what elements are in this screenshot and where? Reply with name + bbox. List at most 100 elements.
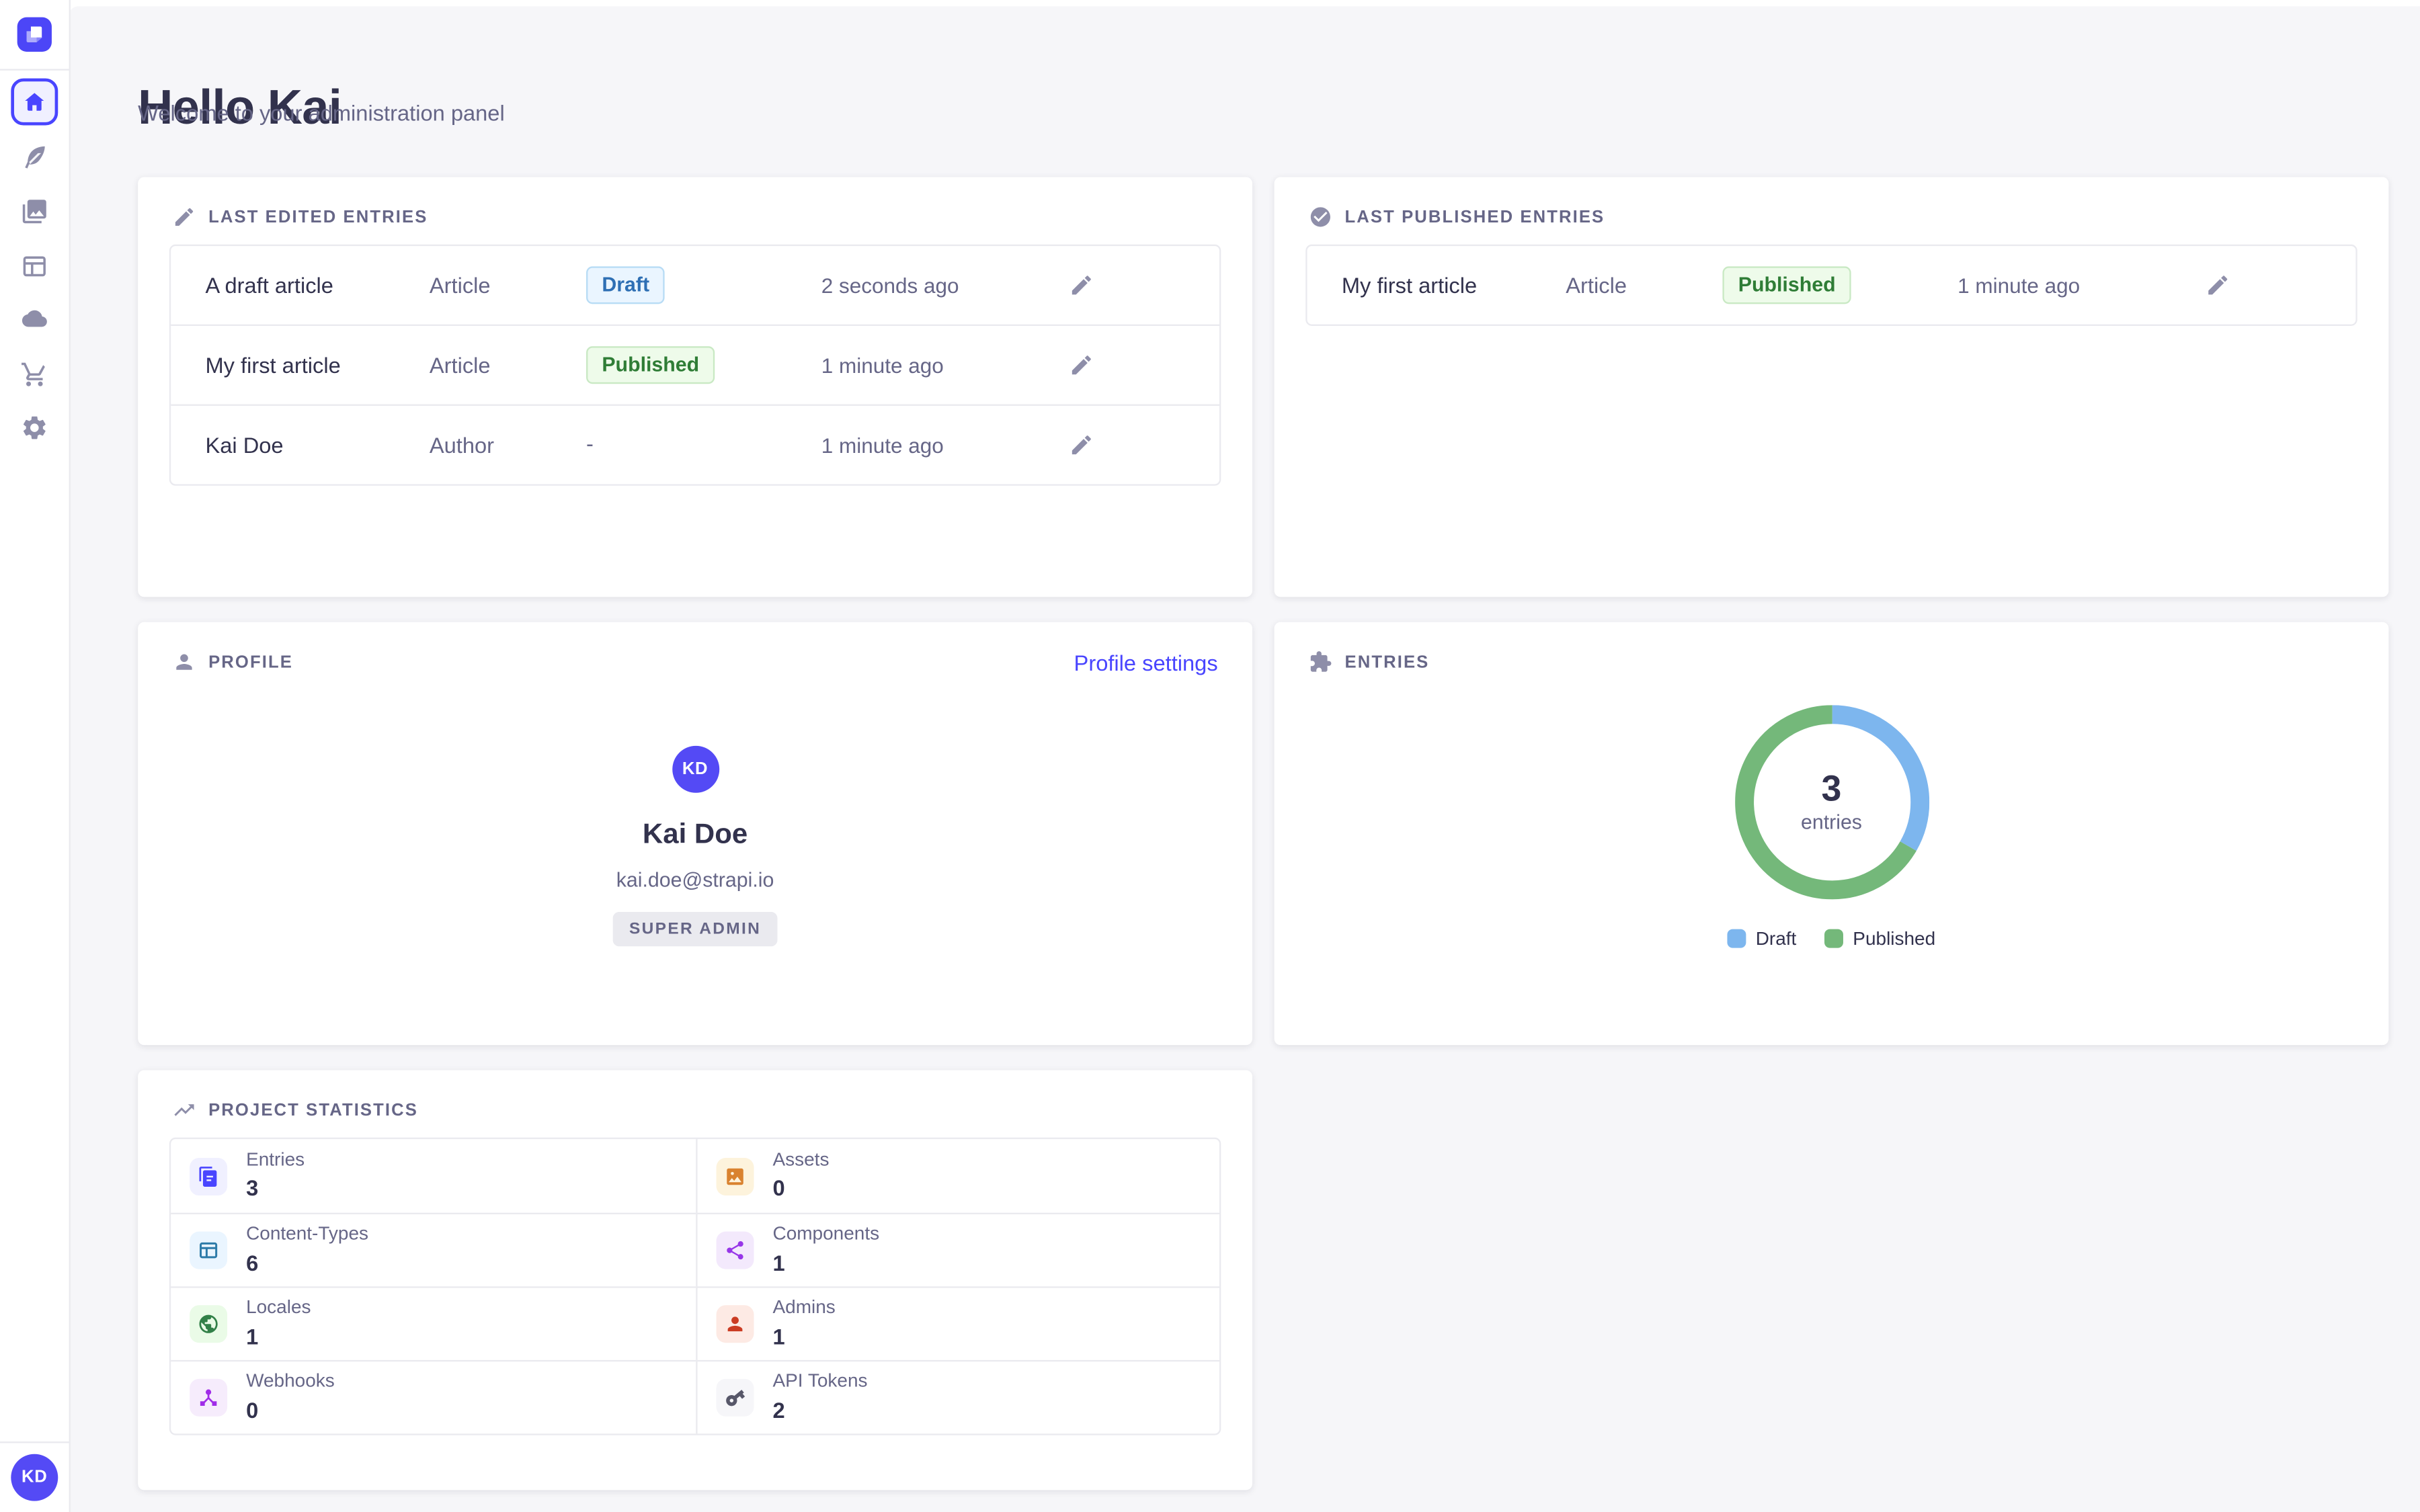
trending-up-icon [172,1098,196,1122]
sidebar-item-media-library[interactable] [20,198,48,226]
sidebar-item-content-manager[interactable] [20,142,48,171]
stat-value: 0 [772,1174,829,1202]
pencil-icon [1069,273,1094,298]
stat-value: 2 [772,1396,867,1424]
stat-entries: Entries3 [171,1139,696,1213]
status-badge: Draft [586,266,665,304]
documents-icon [190,1157,227,1195]
last-edited-entries-card: LAST EDITED ENTRIES A draft article Arti… [138,177,1252,597]
entries-count: 3 [1822,771,1842,807]
pencil-icon [2206,273,2230,298]
media-library-icon [20,198,48,226]
status-badge: Published [586,346,715,384]
role-badge: SUPER ADMIN [614,912,777,946]
last-published-entries-card: LAST PUBLISHED ENTRIES My first article … [1275,177,2389,597]
profile-card: PROFILE Profile settings KD Kai Doe kai.… [138,622,1252,1046]
sidebar-item-content-type-builder[interactable] [20,252,48,280]
sidebar-item-settings[interactable] [20,414,48,442]
edit-entry-button[interactable] [1069,273,1094,298]
sidebar-divider [0,69,69,71]
webhook-icon [190,1379,227,1417]
cloud-icon [20,306,48,334]
stat-label: API Tokens [772,1371,867,1392]
sidebar-item-deploy[interactable] [20,306,48,334]
entry-name: A draft article [205,273,429,298]
key-icon [717,1379,754,1417]
home-icon [22,89,47,114]
entry-type: Author [430,433,586,458]
layout-builder-icon [20,252,48,280]
stat-value: 1 [246,1322,311,1350]
user-avatar[interactable]: KD [11,1454,58,1501]
stat-label: Locales [246,1298,311,1319]
entries-chart-card: ENTRIES 3 entries Draft Published [1275,622,2389,1046]
feather-icon [20,142,48,171]
legend-label: Draft [1756,927,1797,950]
last-edited-table: A draft article Article Draft 2 seconds … [169,245,1221,486]
card-title: PROJECT STATISTICS [208,1101,418,1120]
stat-label: Entries [246,1149,305,1171]
stat-label: Content-Types [246,1224,368,1245]
entries-unit: entries [1801,810,1862,833]
stat-label: Webhooks [246,1371,335,1392]
gear-icon [20,414,48,442]
entry-name: My first article [205,353,429,378]
stat-label: Admins [772,1298,835,1319]
entry-time: 1 minute ago [821,433,1069,457]
stats-grid: Entries3 Assets 0 Content-Types 6 Componen… [169,1138,1221,1435]
legend-label: Published [1853,927,1935,950]
stat-label: Assets [772,1149,829,1171]
entry-type: Article [430,273,586,298]
profile-settings-link[interactable]: Profile settings [1074,650,1218,675]
strapi-admin-dashboard: KD Hello Kai Welcome to your administrat… [0,0,2420,1512]
sidebar: KD [0,0,71,1512]
status-badge: Published [1722,266,1851,304]
stat-api-tokens: API Tokens 2 [696,1360,1219,1434]
check-circle-icon [1309,205,1332,228]
table-row: Kai Doe Author - 1 minute ago [171,405,1219,485]
person-icon [717,1305,754,1343]
puzzle-icon [1309,650,1332,674]
stat-assets: Assets 0 [696,1139,1219,1213]
stat-value: 0 [246,1396,335,1424]
profile-email: kai.doe@strapi.io [616,868,774,892]
entry-name: My first article [1342,273,1566,298]
sidebar-bottom-divider [0,1441,69,1443]
table-row: My first article Article Published 1 min… [1307,246,2356,325]
card-title: ENTRIES [1345,653,1430,671]
entry-time: 1 minute ago [821,353,1069,377]
entry-time: 1 minute ago [1958,274,2205,297]
globe-icon [190,1305,227,1343]
entry-type: Article [1566,273,1722,298]
legend-item-draft: Draft [1728,927,1797,950]
image-icon [717,1157,754,1195]
stat-locales: Locales 1 [171,1286,696,1360]
stat-admins: Admins1 [696,1286,1219,1360]
table-row: My first article Article Published 1 min… [171,325,1219,405]
person-icon [172,650,196,674]
stat-label: Components [772,1224,879,1245]
sidebar-item-marketplace[interactable] [20,360,48,388]
entries-donut-chart: 3 entries [1734,705,1929,899]
page-subtitle: Welcome to your administration panel [138,100,505,125]
stat-value: 1 [772,1249,879,1277]
card-title: LAST EDITED ENTRIES [208,208,428,226]
published-swatch [1824,929,1843,948]
pencil-icon [1069,353,1094,378]
strapi-logo-icon[interactable] [17,17,52,52]
card-title: LAST PUBLISHED ENTRIES [1345,208,1605,226]
pencil-icon [1069,433,1094,458]
legend-item-published: Published [1824,927,1935,950]
project-statistics-card: PROJECT STATISTICS Entries3 Assets 0 Cont… [138,1070,1252,1490]
stat-value: 6 [246,1249,368,1277]
entry-type: Article [430,353,586,378]
nodes-icon [717,1232,754,1269]
stat-components: Components 1 [696,1213,1219,1287]
edit-entry-button[interactable] [1069,433,1094,458]
edit-entry-button[interactable] [2206,273,2230,298]
edit-entry-button[interactable] [1069,353,1094,378]
stat-content-types: Content-Types 6 [171,1213,696,1287]
status-empty: - [586,431,594,456]
profile-name: Kai Doe [643,818,748,851]
sidebar-item-home[interactable] [11,79,58,126]
